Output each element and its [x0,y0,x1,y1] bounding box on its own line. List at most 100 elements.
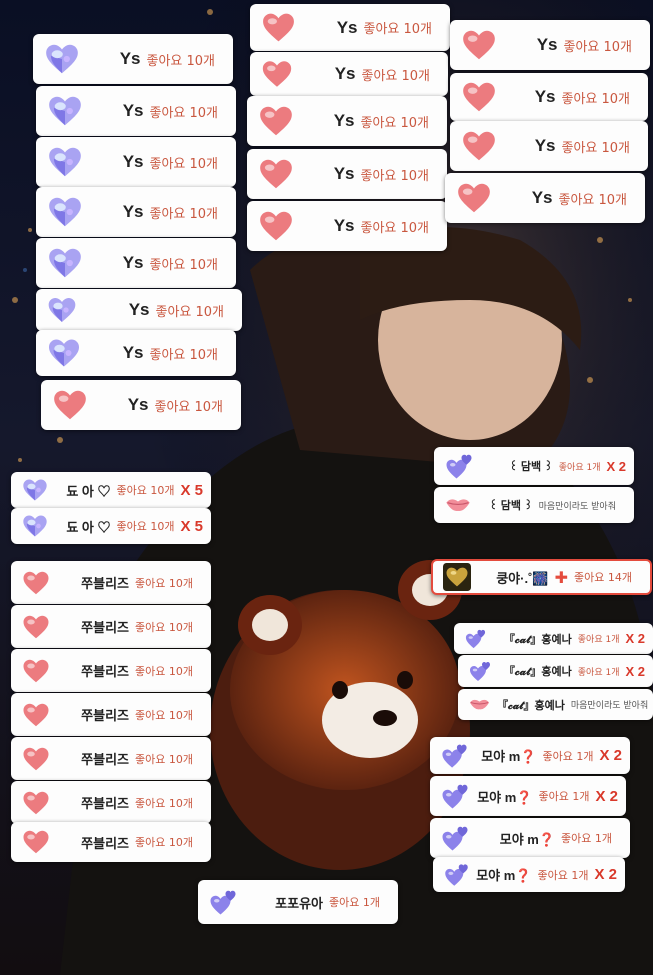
like-card[interactable]: Ys 좋아요 10개 [450,20,650,70]
like-card[interactable]: 쭈블리즈 좋아요 10개 [11,822,211,862]
like-card[interactable]: 쭈블리즈 좋아요 10개 [11,781,211,824]
like-card[interactable]: ꒰ 담백 ꒱ 마음만이라도 받아줘 [434,487,634,523]
opal-heart-icon [46,335,82,371]
like-card[interactable]: 쿵야·.˚🎆 ✚ 좋아요 14개 [431,559,652,595]
card-username: 쭈블리즈 [81,664,130,679]
card-username: Ys [534,87,556,106]
card-username: Ys [122,202,144,221]
pink-heart-icon [257,102,295,140]
like-card[interactable]: 쭈블리즈 좋아요 10개 [11,561,211,604]
pink-heart-icon [460,78,498,116]
like-card[interactable]: 쭈블리즈 좋아요 10개 [11,605,211,648]
like-card[interactable]: 쭈블리즈 좋아요 10개 [11,693,211,736]
card-username: 『𝓬𝓪𝓽』홍예나 [503,633,572,646]
like-count: 좋아요 1개 [577,635,620,645]
multiplier-badge: X 2 [599,747,622,764]
pink-heart-icon [460,26,498,64]
like-count: 좋아요 10개 [360,115,429,131]
like-count: 좋아요 1개 [538,790,590,803]
card-username: ꒰ 담백 ꒱ [509,461,553,473]
like-count: 좋아요 1개 [558,462,601,473]
pink-heart-icon [21,788,51,818]
card-username: Ys [334,64,356,83]
card-username: 쭈블리즈 [81,796,130,811]
like-card[interactable]: Ys 좋아요 10개 [36,86,236,136]
like-card[interactable]: Ys 좋아요 10개 [33,34,233,84]
opal-heart-icon [46,244,84,282]
card-username: 됴 아 ♡ [66,483,111,499]
card-username: Ys [333,111,355,130]
like-card[interactable]: 모야 m❓ 좋아요 1개 X 2 [430,776,626,816]
like-count: 좋아요 10개 [561,91,630,107]
like-count: 좋아요 10개 [146,53,215,69]
card-username: Ys [531,188,553,207]
like-count: 좋아요 1개 [537,868,589,882]
like-card[interactable]: Ys 좋아요 10개 [247,149,447,199]
like-card[interactable]: 모야 m❓ 좋아요 1개 X 2 [433,857,625,892]
like-card[interactable]: 모야 m❓ 좋아요 1개 X 2 [430,737,630,774]
card-username: 모야 m❓ [476,868,532,883]
like-count: 좋아요 10개 [149,257,218,273]
card-username: 쿵야·.˚🎆 [496,570,549,586]
like-card[interactable]: Ys 좋아요 10개 [36,289,242,331]
like-count: 좋아요 10개 [558,192,627,208]
purple-hearts-icon [208,887,238,917]
like-count: 좋아요 10개 [116,484,175,497]
card-username: 포포유아 [275,895,324,911]
like-card[interactable]: Ys 좋아요 10개 [247,201,447,251]
like-card[interactable]: Ys 좋아요 10개 [450,73,648,121]
multiplier-badge: X 5 [180,481,203,499]
like-card[interactable]: 『𝓬𝓪𝓽』홍예나 마음만이라도 받아줘 [458,689,653,720]
card-username: ꒰ 담백 ꒱ [489,500,533,512]
opal-heart-icon [46,143,84,181]
like-card[interactable]: Ys 좋아요 10개 [36,238,236,288]
card-username: 됴 아 ♡ [66,519,111,535]
like-card[interactable]: 쭈블리즈 좋아요 10개 [11,649,211,692]
like-card[interactable]: Ys 좋아요 10개 [36,330,236,376]
like-count: 좋아요 10개 [361,68,430,84]
like-count: 좋아요 10개 [149,105,218,121]
pink-heart-icon [21,827,51,857]
like-card[interactable]: 『𝓬𝓪𝓽』홍예나 좋아요 1개 X 2 [454,623,653,654]
card-username: Ys [333,216,355,235]
multiplier-badge: X 2 [595,787,618,805]
card-username: Ys [122,101,144,120]
card-username: 쭈블리즈 [81,708,130,723]
like-card[interactable]: ꒰ 담백 ꒱ 좋아요 1개 X 2 [434,447,634,485]
lips-icon [444,491,472,519]
purple-hearts-icon [440,823,470,853]
like-card[interactable]: Ys 좋아요 10개 [250,4,450,51]
like-card[interactable]: Ys 좋아요 10개 [41,380,241,430]
like-card[interactable]: 『𝓬𝓪𝓽』홍예나 좋아요 1개 X 2 [458,655,653,687]
like-card[interactable]: Ys 좋아요 10개 [450,121,648,171]
like-count: 좋아요 14개 [574,571,632,584]
pink-heart-icon [21,744,51,774]
like-card[interactable]: Ys 좋아요 10개 [445,173,645,223]
lips-icon [468,693,491,716]
like-card[interactable]: Ys 좋아요 10개 [247,96,447,146]
card-username: Ys [336,17,358,37]
like-card[interactable]: 쭈블리즈 좋아요 10개 [11,737,211,780]
like-count: 좋아요 10개 [563,39,632,55]
like-card[interactable]: Ys 좋아요 10개 [36,187,236,237]
card-username: Ys [122,152,144,171]
card-username: 쭈블리즈 [81,752,130,767]
like-count: 좋아요 10개 [360,220,429,236]
pink-heart-icon [21,568,51,598]
like-card[interactable]: 됴 아 ♡ 좋아요 10개 X 5 [11,508,211,544]
like-card[interactable]: Ys 좋아요 10개 [250,52,448,96]
pink-heart-icon [21,700,51,730]
like-count: 좋아요 1개 [329,896,380,909]
like-count: 마음만이라도 받아줘 [570,701,649,711]
opal-heart-icon [46,92,84,130]
purple-hearts-icon [468,659,492,683]
like-card[interactable]: 됴 아 ♡ 좋아요 10개 X 5 [11,472,211,508]
like-card[interactable]: 포포유아 좋아요 1개 [198,880,398,924]
card-username: Ys [534,136,556,155]
like-card[interactable]: 모야 m❓ 좋아요 1개 [430,818,630,858]
like-count: 좋아요 10개 [135,708,193,722]
gold-heart-icon [443,563,471,591]
like-count: 좋아요 1개 [577,667,620,678]
pink-heart-icon [257,155,295,193]
like-card[interactable]: Ys 좋아요 10개 [36,137,236,187]
